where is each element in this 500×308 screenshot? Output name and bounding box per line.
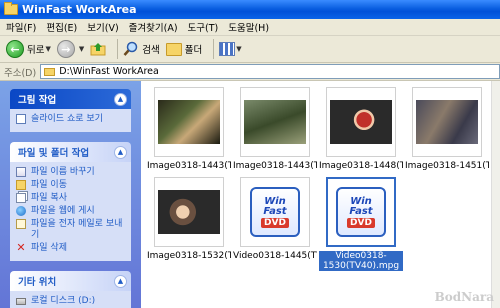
chevron-down-icon: ▼ [45, 45, 51, 53]
publish-web-link[interactable]: 파일을 웹에 게시 [16, 206, 125, 217]
back-arrow-icon: ← [6, 40, 24, 58]
forward-arrow-icon: → [56, 40, 75, 58]
file-name: Image0318-1448(T... [319, 161, 403, 171]
collapse-chevron-icon[interactable]: ▲ [114, 145, 127, 159]
search-button[interactable]: 검색 [123, 41, 160, 57]
menu-file[interactable]: 파일(F) [6, 20, 36, 34]
image-thumbnail [330, 100, 392, 144]
title-bar: WinFast WorkArea [0, 0, 500, 19]
views-icon [219, 42, 236, 56]
toolbar-divider [117, 39, 119, 59]
back-label: 뒤로 [27, 45, 45, 56]
rename-icon [16, 167, 26, 177]
delete-file-link[interactable]: ✕ 파일 삭제 [16, 241, 125, 254]
menu-tools[interactable]: 도구(T) [188, 20, 219, 34]
file-thumbnail[interactable]: Image0318-1532(T... [147, 177, 231, 261]
file-name: Image0318-1532(T... [147, 251, 231, 261]
window-title: WinFast WorkArea [22, 3, 137, 16]
winfast-dvd-icon: Win Fast DVD [250, 187, 300, 237]
up-folder-button[interactable] [90, 42, 106, 56]
file-thumbnail[interactable]: Image0318-1451(T... [405, 87, 489, 171]
folders-label: 폴더 [184, 45, 203, 56]
move-icon [16, 180, 26, 190]
collapse-chevron-icon[interactable]: ▲ [114, 92, 127, 106]
image-thumbnail [158, 190, 220, 234]
menu-edit[interactable]: 편집(E) [46, 20, 77, 34]
file-name: Image0318-1443(T... [233, 161, 317, 171]
image-thumbnail [158, 100, 220, 144]
copy-icon [16, 193, 26, 203]
image-thumbnail [244, 100, 306, 144]
toolbar-divider [213, 39, 215, 59]
chevron-down-icon: ▼ [78, 45, 85, 53]
other-places-header[interactable]: 기타 위치 ▲ [10, 271, 131, 291]
slideshow-icon [16, 114, 26, 124]
watermark: BodNara [434, 290, 494, 304]
vertical-scrollbar[interactable] [491, 81, 500, 308]
address-label: 주소(D) [4, 67, 37, 79]
file-thumbnail[interactable]: Image0318-1443(T... [233, 87, 317, 171]
address-field[interactable]: D:\WinFast WorkArea [40, 64, 500, 79]
panel-title: 기타 위치 [18, 277, 57, 288]
copy-file-link[interactable]: 파일 복사 [16, 193, 125, 204]
folders-icon [165, 42, 182, 56]
address-bar: 주소(D) D:\WinFast WorkArea [0, 63, 500, 81]
search-label: 검색 [142, 45, 160, 56]
winfast-dvd-icon: Win Fast DVD [336, 187, 386, 237]
file-name: Image0318-1443(T... [147, 161, 231, 171]
collapse-chevron-icon[interactable]: ▲ [114, 274, 127, 288]
chevron-down-icon: ▼ [236, 45, 242, 53]
search-icon [123, 41, 138, 56]
menu-help[interactable]: 도움말(H) [228, 20, 269, 34]
panel-title: 파일 및 폴더 작업 [18, 148, 90, 159]
globe-icon [16, 206, 26, 216]
folder-icon [44, 67, 56, 76]
views-button[interactable]: ▼ [219, 42, 242, 56]
slideshow-link[interactable]: 슬라이드 쇼로 보기 [16, 114, 125, 125]
drive-icon [16, 298, 26, 305]
rename-file-link[interactable]: 파일 이름 바꾸기 [16, 167, 125, 178]
delete-icon: ✕ [16, 241, 26, 254]
task-pane: 그림 작업 ▲ 슬라이드 쇼로 보기 파일 및 폴더 작업 ▲ 파일 이름 바꾸… [0, 81, 141, 308]
picture-tasks-header[interactable]: 그림 작업 ▲ [10, 89, 131, 109]
file-name: Video0318-1530(TV40).mpg [319, 251, 403, 271]
toolbar: ← 뒤로 ▼ → ▼ 검색 폴더 ▼ [0, 36, 500, 63]
mail-icon [16, 219, 26, 229]
menu-bar: 파일(F) 편집(E) 보기(V) 즐겨찾기(A) 도구(T) 도움말(H) [0, 19, 500, 36]
file-tasks-panel: 파일 및 폴더 작업 ▲ 파일 이름 바꾸기 파일 이동 파일 복사 파일을 웹… [10, 142, 131, 261]
up-folder-icon [90, 43, 106, 56]
file-thumbnail-selected[interactable]: Win Fast DVD Video0318-1530(TV40).mpg [319, 177, 403, 271]
forward-button[interactable]: → ▼ [56, 40, 85, 58]
picture-tasks-panel: 그림 작업 ▲ 슬라이드 쇼로 보기 [10, 89, 131, 132]
image-thumbnail [416, 100, 478, 144]
back-button[interactable]: ← 뒤로 ▼ [6, 40, 51, 58]
menu-view[interactable]: 보기(V) [87, 20, 118, 34]
file-view: Image0318-1443(T... Image0318-1443(T... … [141, 81, 500, 308]
file-thumbnail[interactable]: Image0318-1448(T... [319, 87, 403, 171]
other-places-panel: 기타 위치 ▲ 로컬 디스크 (D:) [10, 271, 131, 308]
address-path: D:\WinFast WorkArea [59, 66, 159, 77]
folders-button[interactable]: 폴더 [165, 42, 203, 56]
file-name: Image0318-1451(T... [405, 161, 489, 171]
menu-favorites[interactable]: 즐겨찾기(A) [129, 20, 178, 34]
file-thumbnail[interactable]: WinFastDVD Video0318-1445(TV... [233, 177, 317, 261]
move-file-link[interactable]: 파일 이동 [16, 180, 125, 191]
file-tasks-header[interactable]: 파일 및 폴더 작업 ▲ [10, 142, 131, 162]
local-disk-link[interactable]: 로컬 디스크 (D:) [16, 296, 125, 307]
folder-icon [4, 2, 18, 15]
panel-title: 그림 작업 [18, 95, 57, 106]
file-thumbnail[interactable]: Image0318-1443(T... [147, 87, 231, 171]
file-name: Video0318-1445(TV... [233, 251, 317, 261]
email-file-link[interactable]: 파일을 전자 메일로 보내기 [16, 219, 125, 241]
